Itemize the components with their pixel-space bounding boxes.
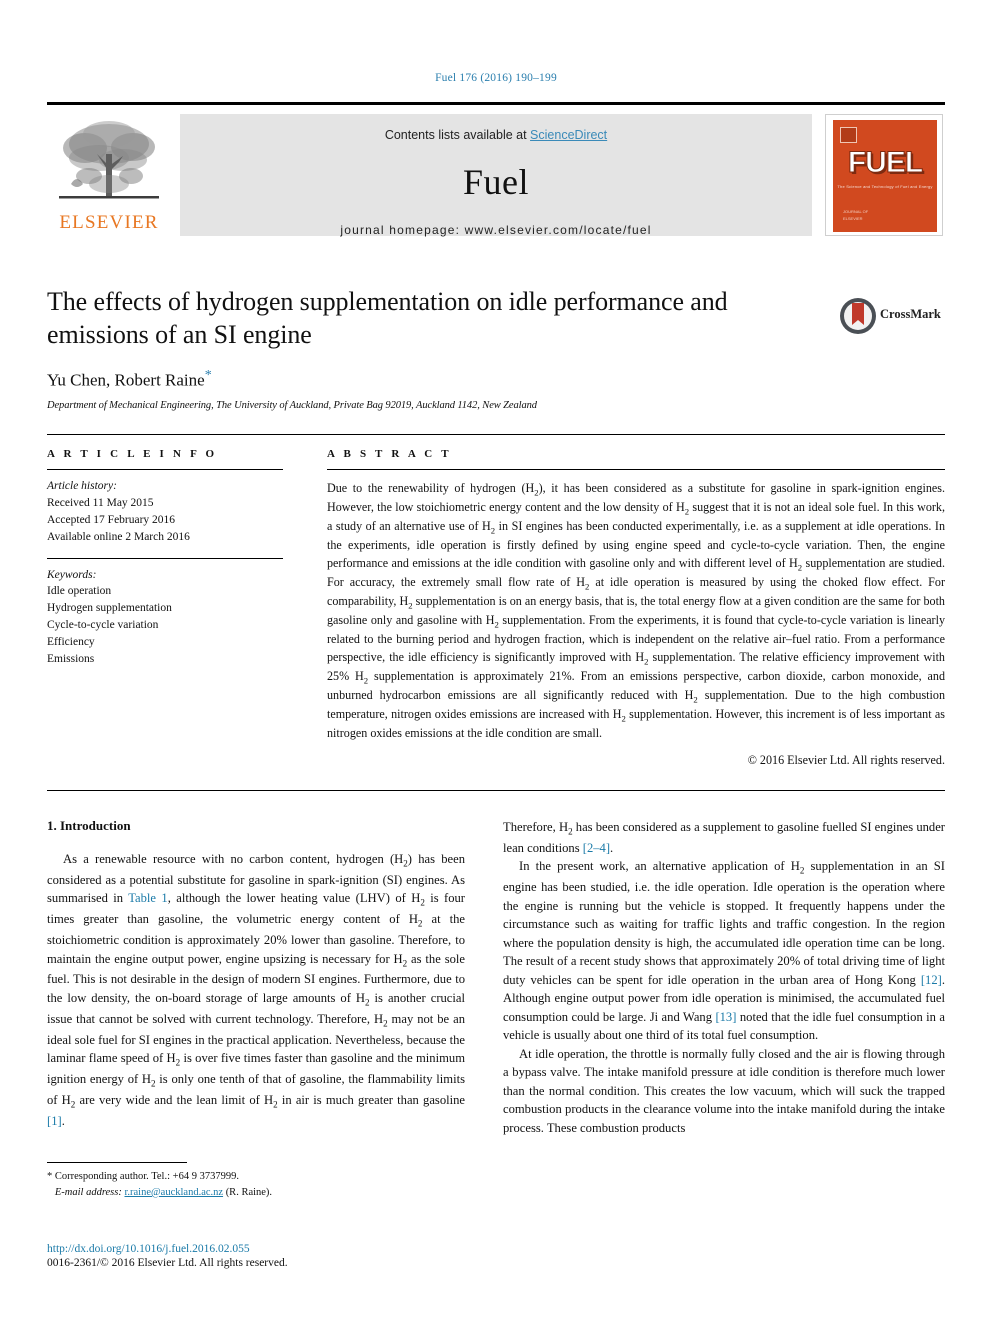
abstract-rule [327, 469, 945, 470]
crossmark-label: CrossMark [880, 307, 941, 321]
article-info-column: A R T I C L E I N F O Article history: R… [47, 448, 283, 668]
section-heading-introduction: 1. Introduction [47, 818, 131, 833]
abstract-copyright: © 2016 Elsevier Ltd. All rights reserved… [747, 752, 945, 767]
keyword-item: Efficiency [47, 636, 95, 649]
keywords-block: Keywords: Idle operation Hydrogen supple… [47, 567, 283, 668]
abstract-column: A B S T R A C T Due to the renewability … [327, 448, 945, 768]
article-info-heading: A R T I C L E I N F O [47, 448, 218, 460]
keyword-item: Idle operation [47, 585, 112, 598]
abstract-heading: A B S T R A C T [327, 448, 452, 460]
email-label: E-mail address: [54, 1186, 122, 1198]
sciencedirect-link[interactable]: ScienceDirect [530, 128, 607, 142]
inline-reference-link[interactable]: [13] [715, 1010, 736, 1024]
doi-link[interactable]: http://dx.doi.org/10.1016/j.fuel.2016.02… [47, 1243, 477, 1255]
elsevier-wordmark: ELSEVIER [59, 212, 159, 233]
inline-reference-link[interactable]: [1] [47, 1114, 62, 1128]
author-list: Yu Chen, Robert Raine* [47, 368, 807, 391]
affiliation: Department of Mechanical Engineering, Th… [47, 400, 537, 412]
contents-list-line: Contents lists available at ScienceDirec… [180, 128, 812, 142]
contents-prefix: Contents lists available at [384, 128, 531, 142]
journal-title: Fuel [462, 162, 529, 202]
keyword-item: Hydrogen supplementation [47, 602, 172, 615]
journal-homepage[interactable]: journal homepage: www.elsevier.com/locat… [180, 223, 812, 237]
email-note: E-mail address: r.raine@auckland.ac.nz (… [47, 1185, 465, 1201]
abstract-bottom-rule [47, 790, 945, 791]
crossmark-icon [840, 298, 876, 334]
inline-reference-link[interactable]: [2–4] [583, 841, 610, 855]
abstract-text: Due to the renewability of hydrogen (H2)… [327, 481, 946, 741]
body-column-left: 1. Introduction As a renewable resource … [47, 818, 465, 1130]
paragraph-intro-1: As a renewable resource with no carbon c… [47, 852, 466, 1128]
title-block: The effects of hydrogen supplementation … [47, 286, 807, 411]
cover-artwork: FUEL The Science and Technology of Fuel … [833, 120, 937, 232]
journal-cover-thumbnail: FUEL The Science and Technology of Fuel … [825, 114, 943, 236]
email-suffix: (R. Raine). [225, 1186, 273, 1198]
author-names: Yu Chen, Robert Raine [47, 370, 205, 390]
masthead-top-rule [47, 102, 945, 105]
corresponding-author-marker: * [204, 367, 212, 383]
issn-copyright: 0016-2361/© 2016 Elsevier Ltd. All right… [47, 1257, 288, 1269]
footnote-rule [47, 1162, 187, 1163]
history-item: Received 11 May 2015 [47, 496, 154, 509]
paragraph-intro-3: In the present work, an alternative appl… [503, 859, 945, 1043]
body-column-right: Therefore, H2 has been considered as a s… [503, 818, 945, 1137]
article-history-title: Article history: [47, 480, 117, 492]
keywords-title: Keywords: [47, 568, 97, 581]
crossmark-badge[interactable]: CrossMark [838, 296, 942, 336]
info-section-rule [47, 434, 945, 435]
running-head: Fuel 176 (2016) 190–199 [435, 72, 557, 84]
footnote-block: * Corresponding author. Tel.: +64 9 3737… [47, 1162, 465, 1201]
cover-title: FUEL [847, 146, 923, 180]
inline-reference-link[interactable]: [12] [921, 973, 942, 987]
cover-subtitle: The Science and Technology of Fuel and E… [837, 184, 933, 189]
email-link[interactable]: r.raine@auckland.ac.nz [124, 1187, 223, 1198]
cover-elsevier-badge-icon [840, 127, 857, 143]
history-item: Available online 2 March 2016 [47, 530, 190, 543]
article-title: The effects of hydrogen supplementation … [47, 287, 728, 349]
keywords-rule [47, 557, 283, 559]
corresponding-author-note: * Corresponding author. Tel.: +64 9 3737… [47, 1171, 239, 1182]
cover-footer: JOURNAL OF ELSEVIER [843, 209, 869, 221]
doi-block: http://dx.doi.org/10.1016/j.fuel.2016.02… [47, 1243, 477, 1269]
article-history-block: Article history: Received 11 May 2015 Ac… [47, 478, 283, 546]
paragraph-intro-4: At idle operation, the throttle is norma… [503, 1046, 945, 1135]
paragraph-intro-2: Therefore, H2 has been considered as a s… [503, 820, 946, 855]
keyword-item: Emissions [47, 653, 95, 666]
history-item: Accepted 17 February 2016 [47, 513, 176, 526]
journal-banner: Contents lists available at ScienceDirec… [180, 114, 812, 237]
elsevier-logo: ELSEVIER [49, 114, 169, 236]
inline-reference-link[interactable]: Table 1 [128, 891, 167, 905]
journal-masthead: ELSEVIER Contents lists available at Sci… [47, 102, 945, 238]
article-info-rule [47, 469, 283, 470]
elsevier-tree-icon [59, 121, 159, 199]
keyword-item: Cycle-to-cycle variation [47, 619, 159, 632]
article-page: Fuel 176 (2016) 190–199 ELSEVIER Content… [0, 0, 992, 1323]
